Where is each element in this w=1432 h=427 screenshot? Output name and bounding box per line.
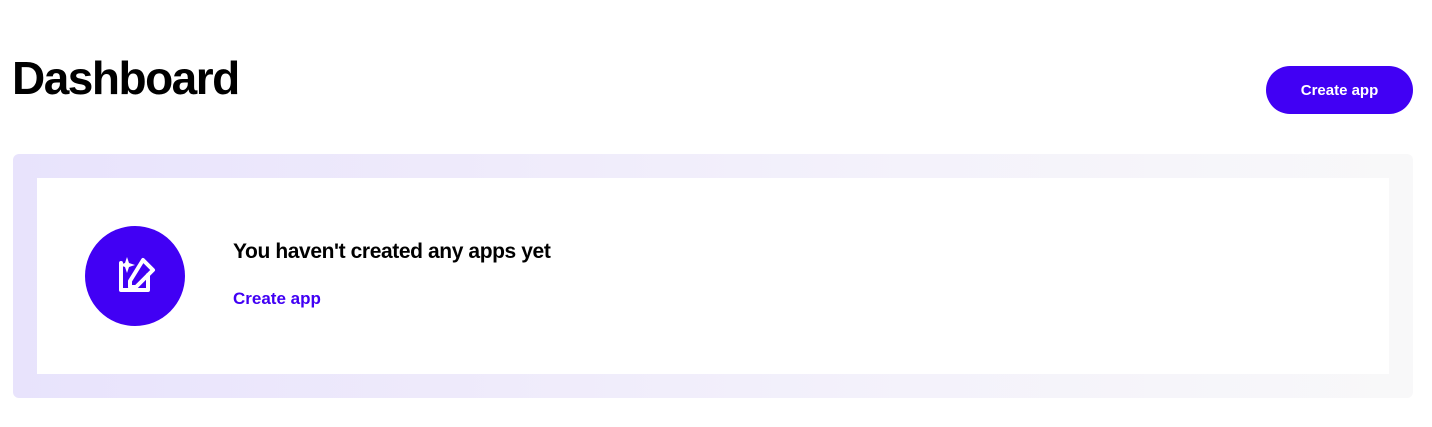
create-app-button[interactable]: Create app [1266,66,1413,114]
dashboard-page: Dashboard Create app You haven't created… [0,0,1432,427]
page-title: Dashboard [12,52,240,104]
empty-state-heading: You haven't created any apps yet [233,240,551,263]
empty-state-panel: You haven't created any apps yet Create … [13,154,1413,398]
create-app-link[interactable]: Create app [233,288,321,310]
edit-sparkle-icon [85,226,185,326]
empty-state-card: You haven't created any apps yet Create … [37,178,1389,374]
